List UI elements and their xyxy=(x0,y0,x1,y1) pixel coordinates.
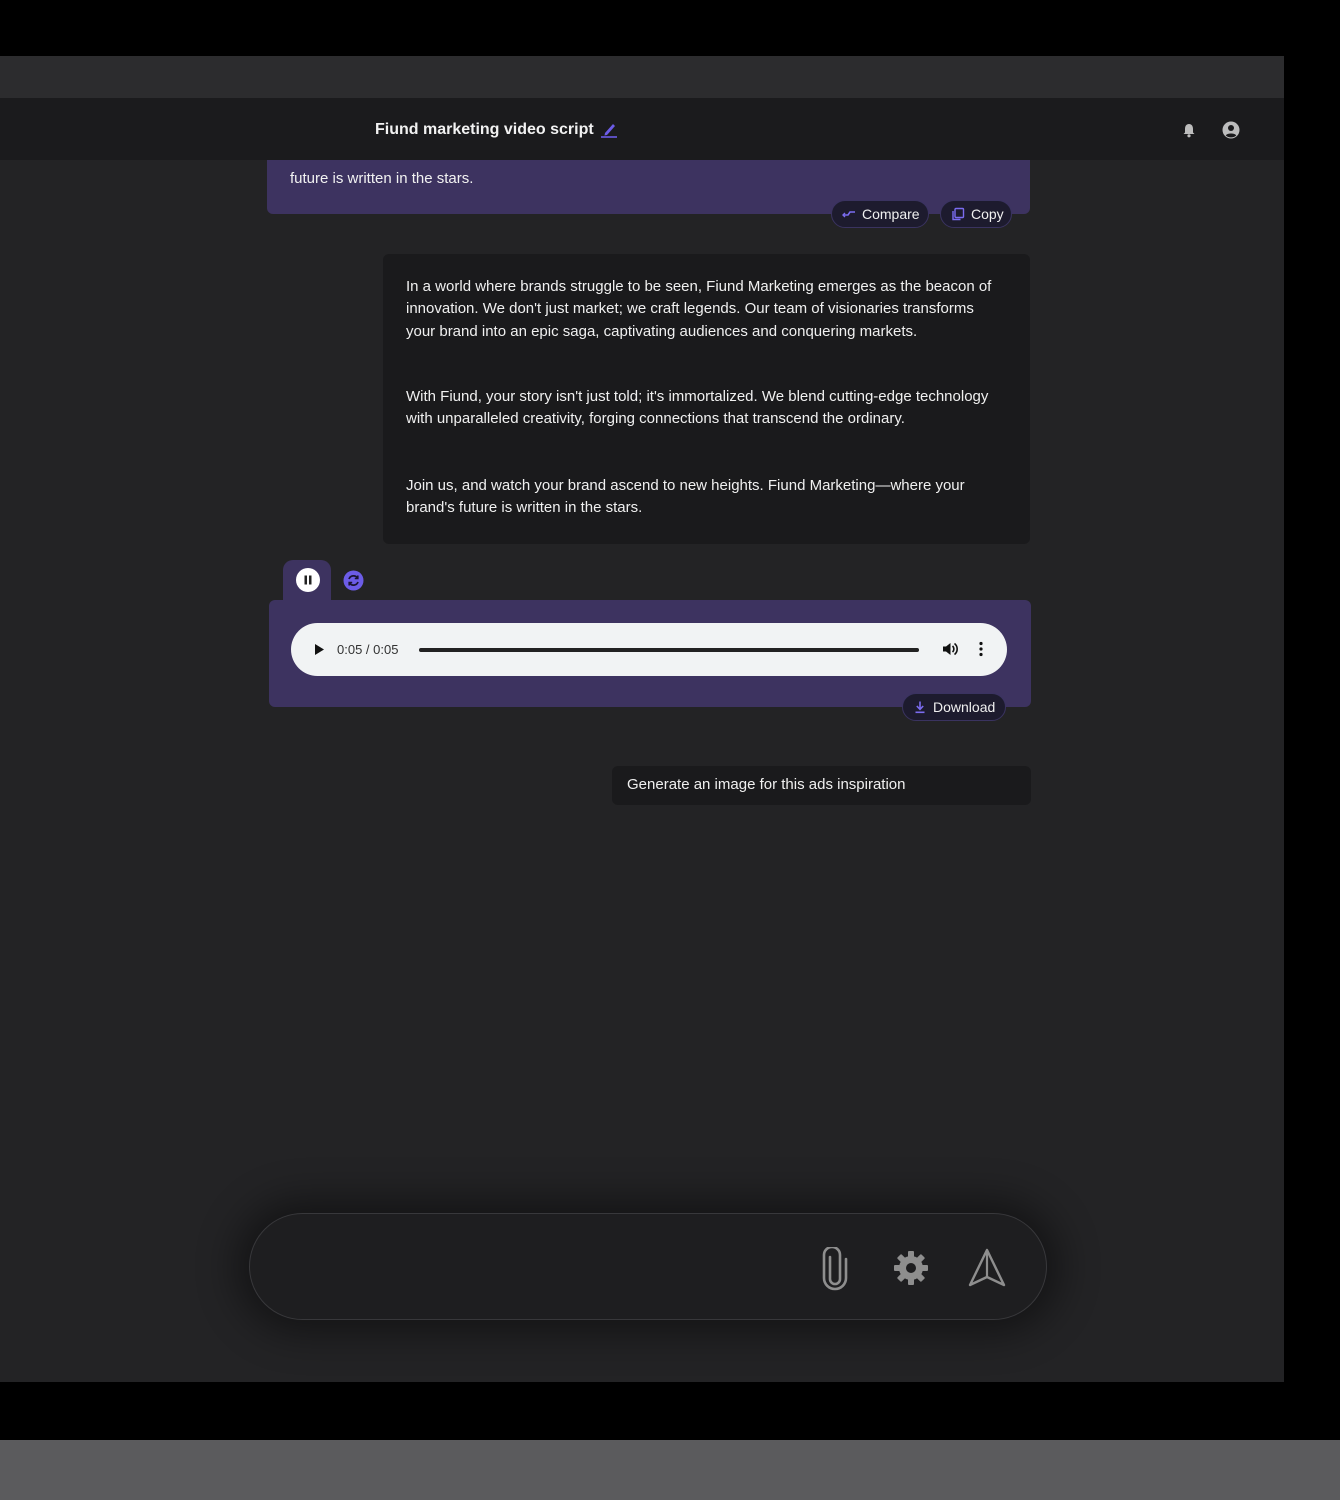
chat-header: Fiund marketing video script xyxy=(0,98,1284,160)
pause-button[interactable] xyxy=(296,568,320,592)
compare-button[interactable]: Compare xyxy=(831,200,929,228)
copy-button[interactable]: Copy xyxy=(940,200,1012,228)
user-message-text: Generate an image for this ads inspirati… xyxy=(627,776,906,793)
compare-label: Compare xyxy=(862,206,920,222)
response-paragraph: With Fiund, your story isn't just told; … xyxy=(406,388,989,428)
user-message-bubble: Generate an image for this ads inspirati… xyxy=(612,766,1031,805)
download-button[interactable]: Download xyxy=(902,693,1006,721)
pencil-icon[interactable] xyxy=(600,120,618,138)
user-circle-icon[interactable] xyxy=(1222,121,1240,139)
audio-progress-fill xyxy=(419,648,919,652)
window-top-strip xyxy=(0,56,1284,98)
response-paragraph: In a world where brands struggle to be s… xyxy=(406,278,992,340)
previous-response-text: future is written in the stars. xyxy=(290,170,474,187)
bell-icon[interactable] xyxy=(1181,122,1197,138)
refresh-icon[interactable] xyxy=(343,570,364,591)
bottom-band xyxy=(0,1440,1340,1500)
volume-icon[interactable] xyxy=(941,640,959,658)
assistant-response-bubble: In a world where brands struggle to be s… xyxy=(383,254,1030,544)
send-icon[interactable] xyxy=(968,1248,1006,1288)
more-vertical-icon[interactable] xyxy=(975,640,987,658)
app-window: future is written in the stars. Compare … xyxy=(0,56,1284,1382)
copy-label: Copy xyxy=(971,206,1004,222)
audio-progress-bar[interactable] xyxy=(419,648,919,652)
audio-time: 0:05 / 0:05 xyxy=(337,642,399,657)
response-paragraph: Join us, and watch your brand ascend to … xyxy=(406,477,965,517)
download-label: Download xyxy=(933,699,996,715)
pause-icon xyxy=(304,575,312,585)
audio-card: 0:05 / 0:05 xyxy=(269,600,1031,707)
chat-title: Fiund marketing video script xyxy=(375,121,594,138)
download-icon xyxy=(915,701,925,714)
copy-icon xyxy=(952,207,965,221)
compare-icon xyxy=(842,211,855,218)
paperclip-icon[interactable] xyxy=(820,1247,850,1291)
message-input[interactable] xyxy=(290,1248,814,1288)
audio-player: 0:05 / 0:05 xyxy=(291,623,1007,676)
gear-icon[interactable] xyxy=(892,1249,930,1287)
message-composer xyxy=(249,1213,1047,1320)
play-icon[interactable] xyxy=(312,642,326,657)
